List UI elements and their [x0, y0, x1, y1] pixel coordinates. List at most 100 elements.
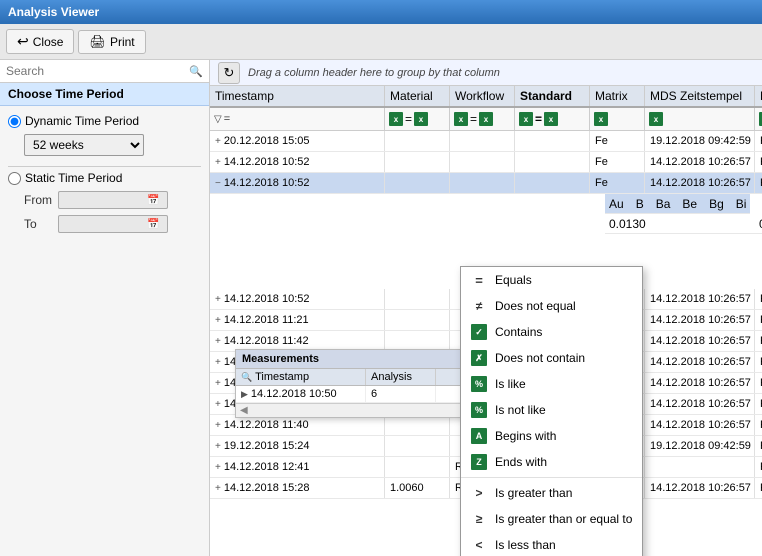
table-header: Timestamp Material Workflow Standard Mat… — [210, 86, 762, 108]
cell-material — [385, 173, 450, 193]
filter-ends-with[interactable]: Z Ends with — [461, 449, 642, 475]
islike-icon: % — [471, 376, 487, 392]
cell-timestamp: +14.12.2018 10:52 — [210, 152, 385, 172]
from-date-input[interactable]: 06.12.2018 📅 — [58, 191, 168, 209]
cell-me: Fe — [755, 394, 762, 414]
cell-mds: 14.12.2018 10:26:57 — [645, 331, 755, 351]
header-matrix: Matrix — [590, 86, 645, 106]
table-row-expanded[interactable]: −14.12.2018 10:52 Fe 14.12.2018 10:26:57… — [210, 173, 762, 194]
print-icon: 🖨 — [89, 34, 106, 50]
filter-row: ▽ = x = x x = x x = x — [210, 108, 762, 131]
dynamic-radio[interactable] — [8, 115, 21, 128]
static-label: Static Time Period — [25, 171, 122, 185]
cell-me: Fe — [755, 352, 762, 372]
cell-mds: 14.12.2018 10:26:57 — [645, 352, 755, 372]
header-workflow: Workflow — [450, 86, 515, 106]
to-row: To 13.12.2018 📅 — [24, 215, 201, 233]
cell-me: Fe — [755, 457, 762, 477]
cell-mds: 14.12.2018 10:26:57 — [645, 394, 755, 414]
cell-timestamp: +19.12.2018 15:24 — [210, 436, 385, 456]
cell-matrix: Fe — [590, 152, 645, 172]
cell-me: Fe — [755, 478, 762, 498]
cell-material — [385, 310, 450, 330]
main-layout: 🔍 Choose Time Period Dynamic Time Period… — [0, 60, 762, 556]
filter-matrix[interactable]: x — [590, 108, 645, 130]
filter-begins-with[interactable]: A Begins with — [461, 423, 642, 449]
filter-material[interactable]: x = x — [385, 108, 450, 130]
filter-greaterthan-label: Is greater than — [495, 486, 572, 500]
cell-mds: 14.12.2018 10:26:57 — [645, 173, 755, 193]
weeks-select[interactable]: 52 weeks 4 weeks 12 weeks 26 weeks — [24, 134, 144, 156]
equals-icon: = — [471, 272, 487, 288]
sub-cell-ts: ▶14.12.2018 10:50 — [236, 386, 366, 402]
cell-me: Fe — [755, 289, 762, 309]
static-radio[interactable] — [8, 172, 21, 185]
filter-contains[interactable]: ✓ Contains — [461, 319, 642, 345]
filter-equals[interactable]: = Equals — [461, 267, 642, 293]
close-arrow-icon: ↩ — [17, 33, 29, 50]
cell-timestamp: +14.12.2018 10:52 — [210, 289, 385, 309]
cell-me: Fe — [755, 310, 762, 330]
right-content: ↻ Drag a column header here to group by … — [210, 60, 762, 556]
cell-material — [385, 436, 450, 456]
cell-matrix: Fe — [590, 131, 645, 151]
from-row: From 06.12.2018 📅 — [24, 191, 201, 209]
filter-greater-than[interactable]: > Is greater than — [461, 480, 642, 506]
sub-cell-analysis: 6 — [366, 386, 436, 402]
time-period-section: Dynamic Time Period 52 weeks 4 weeks 12 … — [0, 106, 209, 241]
to-date-input[interactable]: 13.12.2018 📅 — [58, 215, 168, 233]
cell-timestamp: +14.12.2018 15:28 — [210, 478, 385, 498]
search-bar: 🔍 — [0, 60, 209, 83]
notlike-icon: % — [471, 402, 487, 418]
filter-not-equals[interactable]: ≠ Does not equal — [461, 293, 642, 319]
not-equals-icon: ≠ — [471, 298, 487, 314]
search-icon: 🔍 — [189, 65, 203, 78]
cell-matrix: Fe — [590, 173, 645, 193]
cell-workflow — [450, 152, 515, 172]
excel-filter-icon-std: x — [519, 112, 533, 126]
filter-is-like[interactable]: % Is like — [461, 371, 642, 397]
filter-workflow[interactable]: x = x — [450, 108, 515, 130]
header-timestamp: Timestamp — [210, 86, 385, 106]
weeks-dropdown-row: 52 weeks 4 weeks 12 weeks 26 weeks — [24, 134, 201, 156]
cell-material — [385, 131, 450, 151]
left-panel: 🔍 Choose Time Period Dynamic Time Period… — [0, 60, 210, 556]
date-range-section: From 06.12.2018 📅 To 13.12.2018 📅 — [24, 191, 201, 233]
notcontain-icon: ✗ — [471, 350, 487, 366]
cell-mds: 14.12.2018 10:26:57 — [645, 415, 755, 435]
close-button[interactable]: ↩ Close — [6, 29, 74, 54]
cell-material — [385, 331, 450, 351]
drag-banner: ↻ Drag a column header here to group by … — [210, 60, 762, 86]
print-button[interactable]: 🖨 Print — [78, 30, 145, 54]
beginswith-icon: A — [471, 428, 487, 444]
cell-workflow — [450, 131, 515, 151]
excel-filter-icon-matrix: x — [594, 112, 608, 126]
filter-endswith-label: Ends with — [495, 455, 547, 469]
filter-me[interactable]: x — [755, 108, 762, 130]
filter-not-like[interactable]: % Is not like — [461, 397, 642, 423]
from-date-field[interactable]: 06.12.2018 — [63, 194, 143, 206]
cell-timestamp: +20.12.2018 15:05 — [210, 131, 385, 151]
menu-separator — [461, 477, 642, 478]
funnel-icon: ▽ — [214, 114, 222, 125]
filter-less-than[interactable]: < Is less than — [461, 532, 642, 556]
drag-banner-text: Drag a column header here to group by th… — [248, 67, 500, 79]
refresh-button[interactable]: ↻ — [218, 62, 240, 84]
cell-workflow — [450, 173, 515, 193]
filter-islike-label: Is like — [495, 377, 526, 391]
cell-me: Fe — [755, 131, 762, 151]
search-input[interactable] — [6, 64, 185, 78]
filter-greater-equal[interactable]: ≥ Is greater than or equal to — [461, 506, 642, 532]
to-date-field[interactable]: 13.12.2018 — [63, 218, 143, 230]
table-row[interactable]: +14.12.2018 10:52 Fe 14.12.2018 10:26:57… — [210, 152, 762, 173]
filter-dropdown-menu: = Equals ≠ Does not equal ✓ Contains ✗ D… — [460, 266, 643, 556]
cell-timestamp: −14.12.2018 10:52 — [210, 173, 385, 193]
filter-timestamp[interactable]: ▽ = — [210, 108, 385, 130]
table-row[interactable]: +20.12.2018 15:05 Fe 19.12.2018 09:42:59… — [210, 131, 762, 152]
excel-filter-icon-std2: x — [544, 112, 558, 126]
filter-standard[interactable]: x = x — [515, 108, 590, 130]
cell-mds: 14.12.2018 10:26:57 — [645, 289, 755, 309]
app-title: Analysis Viewer — [8, 5, 99, 19]
filter-mds[interactable]: x — [645, 108, 755, 130]
filter-not-contain[interactable]: ✗ Does not contain — [461, 345, 642, 371]
